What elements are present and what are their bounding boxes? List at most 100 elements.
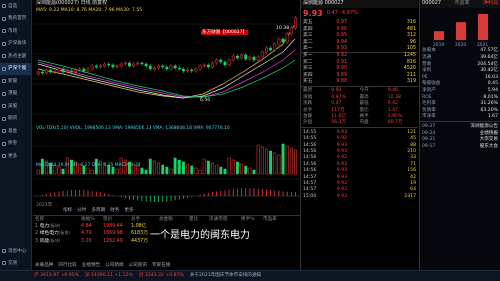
column-header[interactable]: 名称: [35, 217, 81, 222]
book-price: 9.94: [336, 39, 347, 45]
date-label: 2021年: [36, 203, 53, 208]
stat-value: 117万: [331, 107, 345, 113]
bottom-tab-1[interactable]: 同行比较: [58, 263, 76, 268]
book-level: 买一: [303, 53, 313, 59]
column-header[interactable]: 总手: [131, 217, 159, 222]
chart-svg: [33, 16, 300, 202]
sidebar-item-6[interactable]: 新股: [0, 75, 31, 88]
candle: [74, 69, 77, 73]
kline-chart-area[interactable]: 深圳能源(000027) 日线 前复权 MA5: 9.22 MA10: 8.76…: [33, 0, 300, 215]
sidebar-item-8[interactable]: 美股: [0, 100, 31, 113]
book-volume: 4520: [403, 66, 416, 72]
sidebar-item-12[interactable]: 更多: [0, 150, 31, 163]
volume-bar: [165, 166, 169, 175]
sidebar-item-2[interactable]: 市场: [0, 25, 31, 38]
sidebar-item-10[interactable]: 基金: [0, 125, 31, 138]
bottom-tab-4[interactable]: 公司资讯: [129, 263, 147, 268]
column-header[interactable]: 量比: [189, 217, 209, 222]
finance-tab-profit[interactable]: 净利润: [483, 0, 498, 7]
sidebar-item-label: 新股: [8, 78, 18, 84]
sidebar-item-4[interactable]: 热点主题: [0, 50, 31, 63]
high-price-label: 10.38: [276, 26, 290, 31]
column-header[interactable]: 涨幅%: [81, 217, 103, 222]
more-icon: [2, 154, 6, 159]
sidebar-bottom-1[interactable]: 交易: [0, 257, 32, 270]
finance-value: 63.20%: [480, 107, 498, 113]
sidebar-item-label: 基金: [8, 128, 18, 134]
column-header[interactable]: 流通市值: [209, 217, 241, 222]
finance-event[interactable]: 09-24 业绩快报: [420, 130, 500, 137]
order-book-row[interactable]: 买二 9.91 816: [301, 59, 418, 65]
order-book-row[interactable]: 卖一 9.93 105: [301, 46, 418, 52]
book-volume: 105: [406, 46, 416, 51]
profit-bar-chart: 2019 2020 2021: [433, 13, 488, 48]
candle: [40, 71, 44, 74]
sidebar-item-label: 沪深板块: [8, 41, 27, 47]
tick-time: 14:56: [303, 168, 317, 174]
profit-bar-year: 2020: [455, 42, 466, 48]
chart-tab-4[interactable]: 更多: [124, 208, 133, 213]
tick-row: 14:56 9.93 156: [301, 168, 418, 174]
order-book-row[interactable]: 卖五 9.97 316: [301, 20, 418, 26]
chart-tab-0[interactable]: 指标: [63, 208, 72, 213]
bottom-tab-5[interactable]: 专家在线: [152, 263, 170, 268]
column-header[interactable]: 市盈率: [263, 217, 289, 222]
tick-price: 9.93: [336, 142, 347, 148]
sidebar-item-1[interactable]: 我的首页: [0, 13, 31, 26]
candle: [227, 59, 231, 66]
video-subtitle: 一个是电力的闽东电力: [150, 230, 250, 241]
candle: [82, 68, 86, 72]
volume-bar: [273, 152, 277, 175]
finance-label: 毛利率: [422, 101, 436, 107]
finance-event[interactable]: 09-27 深圳能源公告: [420, 123, 500, 130]
column-header[interactable]: 现价: [103, 217, 131, 222]
bottom-tab-2[interactable]: 业绩预告: [82, 263, 100, 268]
finance-event[interactable]: 09-17 股东大会: [420, 143, 500, 150]
sidebar-item-0[interactable]: 自选: [0, 0, 31, 13]
candle: [165, 66, 169, 70]
sidebar-item-11[interactable]: 债券: [0, 138, 31, 151]
sidebar-bottom-0[interactable]: 消息中心: [0, 245, 32, 258]
volume-bar: [235, 161, 239, 175]
chart-tab-3[interactable]: 财务: [110, 208, 119, 213]
candle: [252, 56, 256, 61]
sidebar-item-5[interactable]: 沪深个股: [0, 62, 31, 75]
order-book-row[interactable]: 买一 9.92 1245: [301, 53, 418, 59]
order-book-row[interactable]: 买三 9.90 4520: [301, 66, 418, 72]
stat-value: 2.95%: [387, 114, 403, 120]
finance-tab-pe[interactable]: 市盈率: [455, 0, 470, 7]
sidebar-item-9[interactable]: 期货: [0, 113, 31, 126]
column-header[interactable]: 总金额: [159, 217, 189, 222]
stat-label: 最高: [359, 94, 369, 100]
chart-tab-2[interactable]: 多周期: [91, 208, 105, 213]
event-title: 股东大会: [479, 143, 498, 149]
stat-value: 0.47: [331, 101, 342, 107]
order-book-row[interactable]: 卖四 9.96 481: [301, 26, 418, 32]
order-book-row[interactable]: 卖二 9.94 96: [301, 39, 418, 45]
stock-icon: [2, 66, 6, 71]
chart-tab-1[interactable]: 分时: [77, 208, 86, 213]
candle: [169, 65, 173, 70]
stat-value: 4.97%: [331, 94, 346, 100]
order-book-row[interactable]: 买四 9.89 211: [301, 72, 418, 78]
sidebar-item-3[interactable]: 沪深板块: [0, 38, 31, 51]
volume-bar: [223, 168, 227, 175]
tick-time: 14:55: [303, 136, 317, 142]
candle: [61, 68, 65, 73]
book-level: 买五: [303, 78, 313, 84]
book-level: 卖四: [303, 26, 313, 32]
book-volume: 312: [406, 33, 416, 39]
volume-bar: [186, 163, 190, 175]
candle: [78, 68, 82, 71]
row-tag: (板块): [49, 222, 61, 228]
sidebar-item-7[interactable]: 港股: [0, 88, 31, 101]
column-header[interactable]: 换手%: [241, 217, 263, 222]
stat-label: 金额: [303, 114, 313, 120]
bottom-tab-0[interactable]: 关联品种: [35, 263, 53, 268]
order-book-row[interactable]: 卖三 9.95 312: [301, 33, 418, 39]
order-book-row[interactable]: 买五 9.88 319: [301, 79, 418, 85]
finance-row: 每股收益 0.45: [420, 81, 500, 88]
finance-event[interactable]: 09-21 大宗交易: [420, 136, 500, 143]
bottom-tab-3[interactable]: 公司新闻: [105, 263, 123, 268]
footer-item-3[interactable]: 关于2021年国庆节休市安排的通知: [190, 273, 261, 278]
